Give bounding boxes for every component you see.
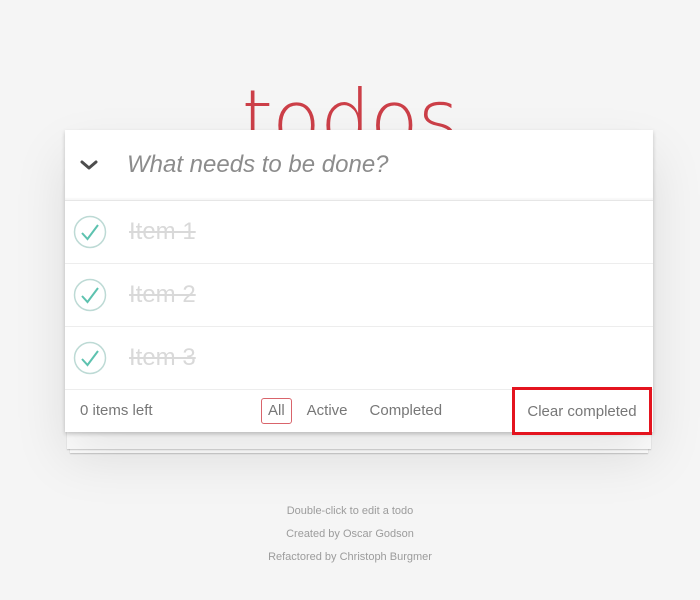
todo-item[interactable]: Item 3 [65, 327, 653, 390]
new-todo-input[interactable] [127, 144, 627, 186]
info-edit-hint: Double-click to edit a todo [286, 505, 414, 517]
info-refactored-by: Refactored by Christoph Burgmer [268, 551, 432, 563]
info-footer: Double-click to edit a todo Created by O… [0, 500, 700, 569]
chevron-down-icon [80, 160, 98, 170]
todo-toggle-checkbox[interactable] [73, 215, 107, 249]
todo-item[interactable]: Item 2 [65, 264, 653, 327]
items-left-count: 0 items left [80, 402, 153, 419]
check-circle-icon [73, 278, 107, 312]
toggle-all-button[interactable] [65, 130, 113, 200]
todo-label[interactable]: Item 1 [129, 216, 196, 248]
todo-toggle-checkbox[interactable] [73, 341, 107, 375]
todo-label[interactable]: Item 3 [129, 342, 196, 374]
check-circle-icon [73, 341, 107, 375]
todo-label[interactable]: Item 2 [129, 279, 196, 311]
filter-tabs: All Active Completed [257, 398, 453, 424]
todo-header [65, 130, 653, 201]
todo-footer: 0 items left All Active Completed Clear … [65, 387, 653, 435]
filter-active[interactable]: Active [300, 398, 355, 424]
todo-list: Item 1 Item 2 Item 3 [65, 201, 653, 390]
info-created-by: Created by Oscar Godson [286, 528, 414, 540]
filter-all[interactable]: All [261, 398, 292, 424]
filter-completed[interactable]: Completed [363, 398, 450, 424]
todo-item[interactable]: Item 1 [65, 201, 653, 264]
todo-app: Item 1 Item 2 Item 3 0 items left [65, 130, 653, 435]
todo-toggle-checkbox[interactable] [73, 278, 107, 312]
check-circle-icon [73, 215, 107, 249]
clear-completed-button[interactable]: Clear completed [512, 387, 652, 435]
